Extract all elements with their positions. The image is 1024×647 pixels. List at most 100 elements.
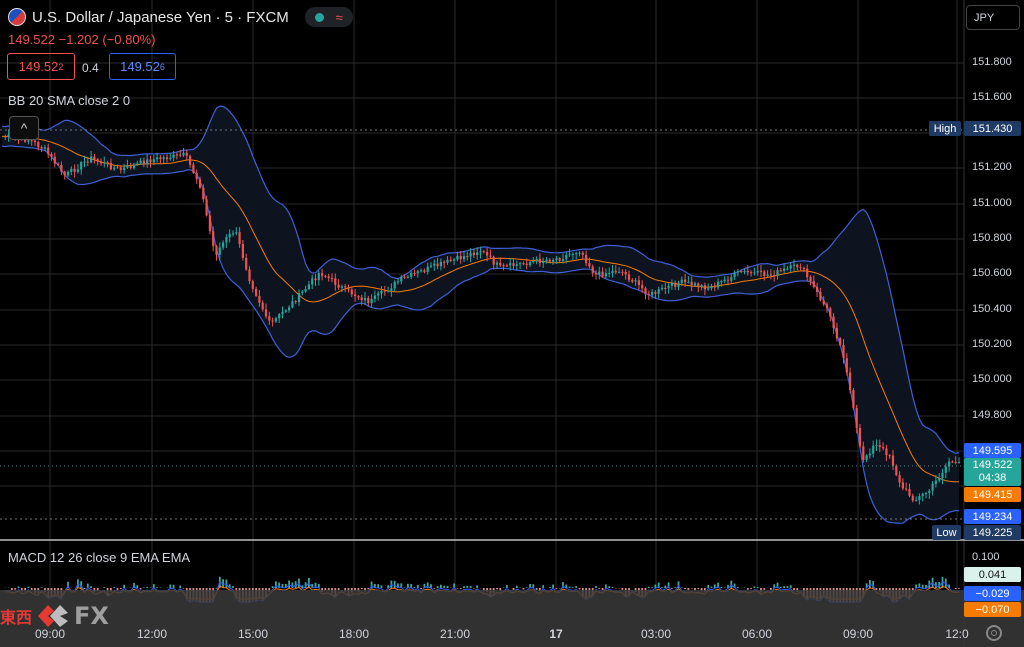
macd-histogram-bar xyxy=(443,585,446,588)
candle-body xyxy=(294,301,297,303)
last-price: 149.522 xyxy=(8,32,55,47)
candle-body xyxy=(410,272,413,277)
candle-body xyxy=(957,462,961,464)
macd-histogram-bar xyxy=(420,588,422,590)
currency-selector[interactable]: JPY xyxy=(966,5,1020,30)
candle-body xyxy=(806,268,809,278)
gear-icon[interactable] xyxy=(986,625,1002,641)
macd-histogram-bar xyxy=(522,588,525,590)
macd-histogram-bar xyxy=(542,585,545,588)
macd-histogram-bar xyxy=(506,585,508,588)
price-axis-label: 149.800 xyxy=(972,409,1012,421)
candle-body xyxy=(934,480,937,484)
candle-body xyxy=(743,270,746,273)
low-value-tag: 149.225 xyxy=(964,525,1021,540)
candle-body xyxy=(723,279,726,281)
macd-histogram-bar xyxy=(83,588,86,590)
symbol-header[interactable]: U.S. Dollar / Japanese Yen · 5 · FXCM ≈ xyxy=(8,6,353,28)
candle-body xyxy=(390,288,393,291)
candle-body xyxy=(288,307,291,311)
candle-body xyxy=(634,280,637,282)
high-value-tag: 151.430 xyxy=(964,121,1021,136)
candle-body xyxy=(918,496,921,500)
macd-histogram-bar xyxy=(436,586,439,588)
candle-body xyxy=(750,272,753,274)
candle-body xyxy=(156,157,159,160)
candle-body xyxy=(891,455,895,466)
candle-body xyxy=(205,199,208,216)
macd-histogram-bar xyxy=(548,587,551,588)
candle-body xyxy=(773,275,776,277)
candle-body xyxy=(492,256,495,265)
candle-body xyxy=(446,259,449,263)
candle-body xyxy=(753,272,756,274)
candle-body xyxy=(311,278,314,285)
candle-body xyxy=(624,272,627,275)
macd-histogram-bar xyxy=(463,586,465,588)
bollinger-legend[interactable]: BB 20 SMA close 2 0 xyxy=(8,93,130,108)
macd-histogram-bar xyxy=(525,587,528,588)
candle-body xyxy=(30,140,33,142)
collapse-legend-button[interactable]: ^ xyxy=(9,116,39,140)
macd-histogram-bar xyxy=(30,588,33,591)
candle-body xyxy=(819,291,822,301)
candle-body xyxy=(816,287,819,292)
candle-body xyxy=(538,258,541,264)
candle-body xyxy=(420,270,423,272)
candle-body xyxy=(591,266,594,274)
candle-body xyxy=(443,261,446,263)
macd-histogram-bar xyxy=(496,588,498,590)
lower-band-value: 149.234 xyxy=(972,510,1013,523)
candle-body xyxy=(858,427,862,447)
candle-body xyxy=(476,252,479,256)
macd-histogram-bar xyxy=(746,588,749,590)
sell-button[interactable]: 149.52 2 xyxy=(7,53,75,80)
candle-body xyxy=(93,156,96,160)
symbol-title[interactable]: U.S. Dollar / Japanese Yen · 5 · FXCM xyxy=(32,9,289,26)
candle-body xyxy=(928,490,931,494)
candles xyxy=(4,129,961,505)
macd-histogram-bar xyxy=(621,588,624,590)
bollinger-band-fill xyxy=(2,106,959,524)
macd-histogram-bar xyxy=(601,588,604,591)
candle-body xyxy=(90,156,93,163)
candle-body xyxy=(944,466,947,473)
candle-body xyxy=(637,280,640,285)
candle-body xyxy=(66,171,70,176)
candle-body xyxy=(479,251,482,253)
candle-body xyxy=(746,270,749,273)
macd-histogram-bar xyxy=(288,580,290,588)
high-value: 151.430 xyxy=(972,122,1013,135)
macd-legend[interactable]: MACD 12 26 close 9 EMA EMA xyxy=(8,550,190,565)
candle-body xyxy=(690,281,693,286)
macd-histogram-bar xyxy=(466,585,469,588)
candle-body xyxy=(469,252,472,257)
candle-body xyxy=(651,292,654,295)
candle-body xyxy=(179,154,182,156)
candle-body xyxy=(786,268,789,270)
candle-body xyxy=(575,253,578,255)
candle-body xyxy=(284,310,287,312)
candle-body xyxy=(344,286,347,288)
candle-body xyxy=(789,265,792,269)
buy-button[interactable]: 149.52 6 xyxy=(109,53,176,80)
macd-histogram-bar xyxy=(730,580,733,588)
macd-histogram-bar xyxy=(512,588,515,591)
macd-signal-value: −0.070 xyxy=(975,603,1010,616)
candle-body xyxy=(888,455,891,457)
macd-histogram-bar xyxy=(756,586,759,588)
macd-histogram-bar xyxy=(380,585,383,588)
candle-body xyxy=(192,164,195,173)
macd-histogram-bar xyxy=(143,587,145,588)
macd-histogram-bar xyxy=(139,588,142,590)
macd-histogram-bar xyxy=(11,588,13,591)
candle-body xyxy=(588,263,591,267)
macd-histogram-bar xyxy=(661,587,663,588)
candle-body xyxy=(337,284,340,288)
candle-body xyxy=(149,159,152,163)
candle-body xyxy=(740,271,743,273)
candle-body xyxy=(865,455,868,460)
candle-body xyxy=(802,268,805,270)
currency-label: JPY xyxy=(974,11,995,24)
market-status-pill[interactable]: ≈ xyxy=(304,7,353,27)
